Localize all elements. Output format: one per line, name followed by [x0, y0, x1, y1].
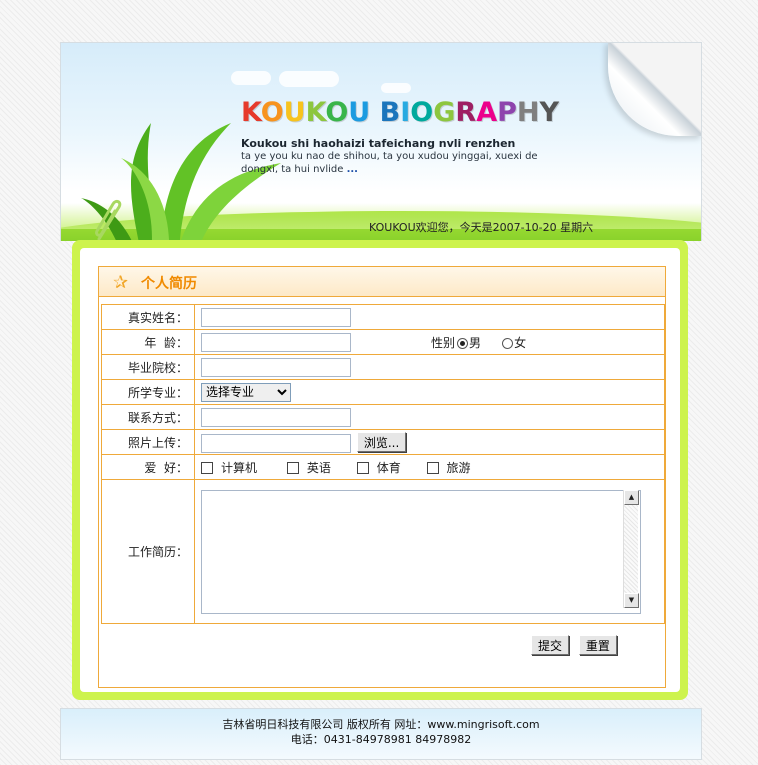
brand-letter: A: [476, 97, 498, 128]
resume-panel: ✰ 个人简历 真实姓名： 年 龄： 性别男 女 毕业院校： 所学专业： 选择专业…: [98, 266, 666, 688]
form-row-photo: 照片上传： 浏览...: [101, 429, 665, 455]
subtitle-line-1: Koukou shi haohaizi tafeichang nvli renz…: [241, 137, 516, 150]
form-row-hobby: 爱 好： 计算机 英语 体育 旅游: [101, 454, 665, 480]
brand-subtitle: Koukou shi haohaizi tafeichang nvli renz…: [241, 137, 571, 176]
brand-letter: G: [433, 97, 456, 128]
brand-letter: R: [455, 97, 477, 128]
hobby-travel-checkbox[interactable]: [426, 462, 439, 474]
gender-male-label: 男: [469, 336, 482, 350]
panel-title: 个人简历: [141, 276, 197, 292]
panel-header: ✰ 个人简历: [99, 267, 665, 297]
major-select[interactable]: 选择专业: [201, 382, 291, 402]
footer-phone: 电话：0431-84978981 84978982: [290, 733, 472, 746]
brand-letter: K: [305, 97, 326, 128]
brand-letter: P: [497, 97, 517, 128]
hobby-travel-label: 旅游: [446, 460, 471, 475]
resume-label: 工作简历：: [101, 479, 195, 624]
contact-label: 联系方式：: [101, 404, 195, 430]
submit-button[interactable]: 提交: [531, 635, 570, 655]
hobby-english-checkbox[interactable]: [286, 462, 299, 474]
header-banner: KOUKOU BIOGRAPHY Koukou shi haohaizi taf…: [60, 42, 702, 241]
school-input[interactable]: [201, 357, 351, 377]
hobby-sports-label: 体育: [376, 460, 401, 475]
hobby-computer-checkbox[interactable]: [201, 462, 213, 474]
resume-textarea[interactable]: [201, 489, 641, 614]
scroll-up-icon[interactable]: ▲: [624, 490, 639, 505]
brand-letter: I: [400, 97, 411, 128]
resume-scrollbar[interactable]: ▲ ▼: [623, 490, 639, 608]
star-icon: ✰: [113, 272, 129, 293]
brand-letter: Y: [539, 97, 560, 128]
age-input[interactable]: [201, 332, 351, 352]
form-row-name: 真实姓名：: [101, 304, 665, 330]
form-actions: 提交 重置: [531, 635, 617, 655]
browse-button[interactable]: 浏览...: [356, 431, 407, 452]
cloud-decoration: [231, 71, 271, 85]
brand-letter: K: [241, 97, 261, 128]
age-label: 年 龄：: [101, 329, 195, 355]
gender-label: 性别: [431, 336, 456, 350]
form-row-major: 所学专业： 选择专业: [101, 379, 665, 405]
welcome-text: KOUKOU欢迎您，今天是2007-10-20 星期六: [369, 221, 594, 234]
footer-copyright: 吉林省明日科技有限公司 版权所有 网址：www.mingrisoft.com: [222, 718, 540, 731]
major-label: 所学专业：: [101, 379, 195, 405]
form-row-resume: 工作简历： ▲ ▼: [101, 479, 665, 624]
gender-female-label: 女: [514, 336, 527, 350]
hobby-computer-label: 计算机: [221, 460, 258, 475]
name-input[interactable]: [201, 307, 351, 327]
cloud-decoration: [381, 83, 411, 93]
brand-title: KOUKOU BIOGRAPHY: [241, 97, 559, 128]
photo-label: 照片上传：: [101, 429, 195, 455]
resume-form: 真实姓名： 年 龄： 性别男 女 毕业院校： 所学专业： 选择专业 联系方式： …: [101, 304, 665, 624]
page-curl-decoration: [608, 43, 701, 136]
cloud-decoration: [279, 71, 339, 87]
more-link[interactable]: ...: [347, 164, 358, 175]
gender-male-radio[interactable]: [457, 338, 469, 349]
brand-letter: U: [348, 97, 371, 128]
form-row-age: 年 龄： 性别男 女: [101, 329, 665, 355]
name-label: 真实姓名：: [101, 304, 195, 330]
main-frame: ✰ 个人简历 真实姓名： 年 龄： 性别男 女 毕业院校： 所学专业： 选择专业…: [72, 240, 688, 700]
main-frame-inner: ✰ 个人简历 真实姓名： 年 龄： 性别男 女 毕业院校： 所学专业： 选择专业…: [80, 248, 680, 692]
scroll-down-icon[interactable]: ▼: [624, 593, 639, 608]
gender-female-radio[interactable]: [502, 338, 514, 349]
paperclip-icon: [95, 199, 122, 241]
subtitle-line-2: ta ye you ku nao de shihou, ta you xudou…: [241, 151, 538, 162]
subtitle-line-3: dongxi, ta hui nvlide: [241, 164, 344, 175]
brand-letter: O: [260, 97, 284, 128]
footer: 吉林省明日科技有限公司 版权所有 网址：www.mingrisoft.com 电…: [60, 708, 702, 760]
reset-button[interactable]: 重置: [578, 635, 617, 655]
school-label: 毕业院校：: [101, 354, 195, 380]
photo-path-input[interactable]: [201, 433, 351, 453]
contact-input[interactable]: [201, 407, 351, 427]
brand-letter: O: [325, 97, 349, 128]
hobby-english-label: 英语: [306, 460, 331, 475]
hobby-label: 爱 好：: [101, 454, 195, 480]
form-row-contact: 联系方式：: [101, 404, 665, 430]
brand-letter: H: [516, 97, 540, 128]
brand-letter: U: [283, 97, 306, 128]
form-row-school: 毕业院校：: [101, 354, 665, 380]
gender-group: 性别男 女: [431, 334, 526, 351]
brand-letter: B: [379, 97, 401, 128]
brand-letter: [370, 97, 379, 128]
hobby-sports-checkbox[interactable]: [356, 462, 369, 474]
brand-letter: O: [410, 97, 434, 128]
